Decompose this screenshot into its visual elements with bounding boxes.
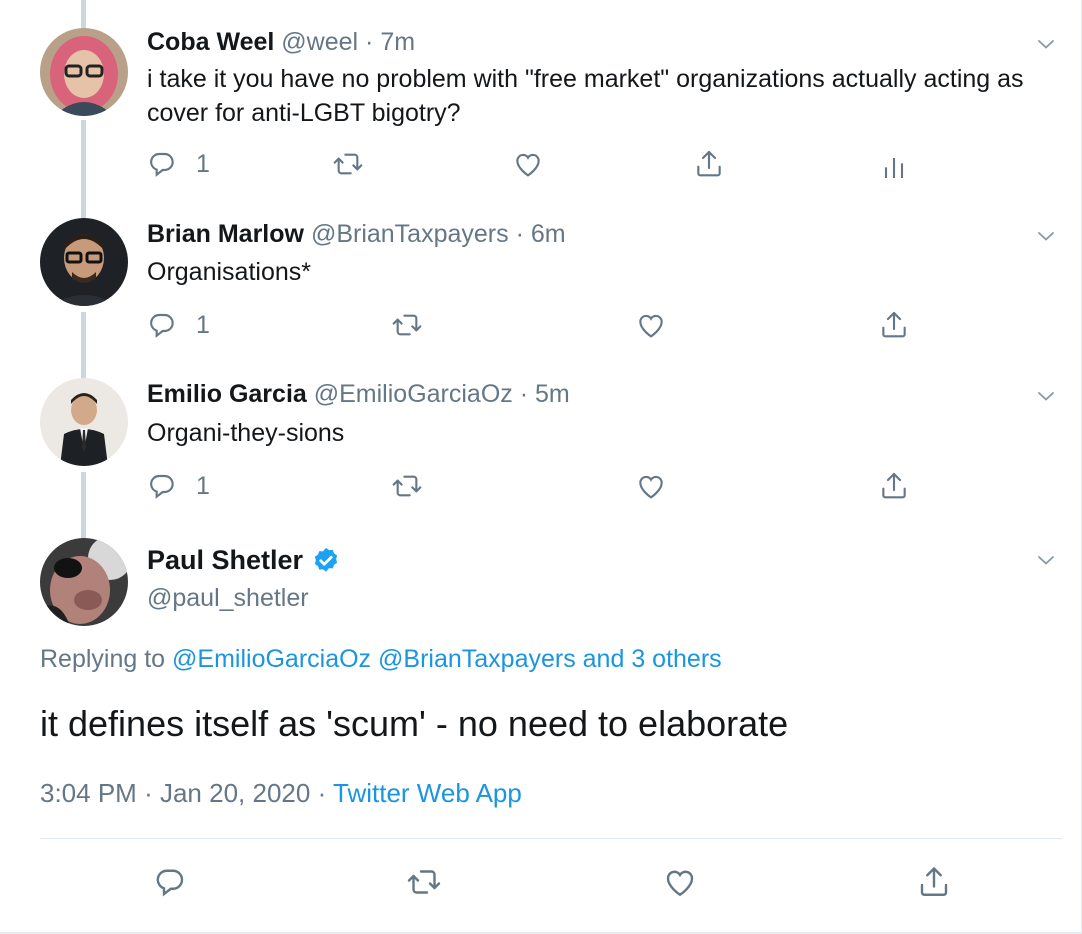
share-icon: [693, 148, 725, 180]
reply-count: 1: [196, 471, 210, 500]
tweet-header: Emilio Garcia @EmilioGarciaOz · 5m: [147, 378, 570, 410]
timestamp[interactable]: 6m: [531, 220, 566, 248]
like-icon: [662, 864, 698, 900]
separator: ·: [519, 380, 529, 408]
verified-badge-icon: [314, 547, 338, 572]
retweet-button[interactable]: [391, 468, 423, 504]
source-link[interactable]: Twitter Web App: [333, 778, 522, 808]
divider: [40, 838, 1062, 839]
like-icon: [635, 470, 667, 502]
separator: ·: [317, 778, 327, 808]
thread-line-2: [81, 312, 86, 384]
handle[interactable]: @EmilioGarciaOz: [314, 380, 513, 408]
separator: ·: [515, 220, 524, 248]
retweet-button[interactable]: [391, 307, 423, 343]
display-name[interactable]: Emilio Garcia: [147, 380, 307, 408]
reply-button[interactable]: 1: [146, 307, 210, 343]
handle[interactable]: @weel: [281, 28, 358, 56]
chevron-down-icon[interactable]: [1034, 224, 1058, 248]
display-name[interactable]: Paul Shetler: [147, 545, 303, 576]
like-button[interactable]: [635, 307, 667, 343]
avatar[interactable]: [40, 28, 128, 116]
handle[interactable]: @BrianTaxpayers: [311, 220, 509, 248]
share-button[interactable]: [693, 146, 725, 182]
timestamp[interactable]: 7m: [380, 28, 415, 56]
tweet-text: i take it you have no problem with "free…: [147, 65, 1024, 127]
retweet-icon: [391, 309, 423, 341]
like-button[interactable]: [512, 146, 544, 182]
avatar[interactable]: [40, 378, 128, 466]
main-display-name-row: Paul Shetler: [147, 545, 341, 576]
replying-others-link[interactable]: and 3 others: [583, 645, 722, 673]
retweet-icon: [391, 470, 423, 502]
main-tweet-text: it defines itself as 'scum' - no need to…: [40, 703, 789, 744]
tweet-header: Coba Weel @weel · 7m: [147, 26, 415, 58]
reply-icon: [152, 864, 188, 900]
tweet-timestamp-row: 3:04 PM · Jan 20, 2020 · Twitter Web App: [40, 778, 522, 809]
share-icon: [916, 864, 952, 900]
timestamp[interactable]: 5m: [535, 380, 570, 408]
like-button[interactable]: [635, 468, 667, 504]
tweet-text: Organisations*: [147, 258, 311, 286]
thread-line-3: [81, 472, 86, 542]
handle[interactable]: @paul_shetler: [147, 584, 309, 613]
display-name[interactable]: Coba Weel: [147, 28, 274, 56]
date[interactable]: Jan 20, 2020: [160, 778, 310, 808]
thread-line-top: [81, 0, 86, 30]
chevron-down-icon[interactable]: [1034, 32, 1058, 56]
share-icon: [878, 309, 910, 341]
like-button[interactable]: [662, 864, 698, 900]
reply-button[interactable]: 1: [146, 146, 210, 182]
reply-count: 1: [196, 149, 210, 178]
replying-prefix: Replying to: [40, 645, 166, 673]
chevron-down-icon[interactable]: [1034, 548, 1058, 572]
reply-button[interactable]: [152, 864, 188, 900]
separator: ·: [144, 778, 153, 808]
chevron-down-icon[interactable]: [1034, 384, 1058, 408]
avatar[interactable]: [40, 538, 128, 626]
analytics-button[interactable]: [878, 148, 910, 184]
replying-user-link[interactable]: @EmilioGarciaOz: [172, 645, 371, 673]
display-name[interactable]: Brian Marlow: [147, 220, 304, 248]
reply-button[interactable]: 1: [146, 468, 210, 504]
reply-icon: [146, 470, 178, 502]
separator: ·: [365, 28, 374, 56]
like-icon: [512, 148, 544, 180]
analytics-icon: [878, 150, 910, 182]
share-button[interactable]: [878, 307, 910, 343]
replying-to: Replying to @EmilioGarciaOz @BrianTaxpay…: [40, 645, 722, 674]
share-button[interactable]: [878, 468, 910, 504]
tweet-text: Organi-they-sions: [147, 419, 345, 447]
tweet-header: Brian Marlow @BrianTaxpayers · 6m: [147, 218, 566, 250]
share-button[interactable]: [916, 864, 952, 900]
time[interactable]: 3:04 PM: [40, 778, 137, 808]
reply-icon: [146, 309, 178, 341]
retweet-button[interactable]: [406, 864, 442, 900]
reply-count: 1: [196, 310, 210, 339]
share-icon: [878, 470, 910, 502]
like-icon: [635, 309, 667, 341]
retweet-icon: [406, 864, 442, 900]
reply-icon: [146, 148, 178, 180]
thread-line-1: [81, 120, 86, 220]
retweet-icon: [332, 148, 364, 180]
avatar[interactable]: [40, 218, 128, 306]
retweet-button[interactable]: [332, 146, 364, 182]
replying-user-link[interactable]: @BrianTaxpayers: [378, 645, 576, 673]
